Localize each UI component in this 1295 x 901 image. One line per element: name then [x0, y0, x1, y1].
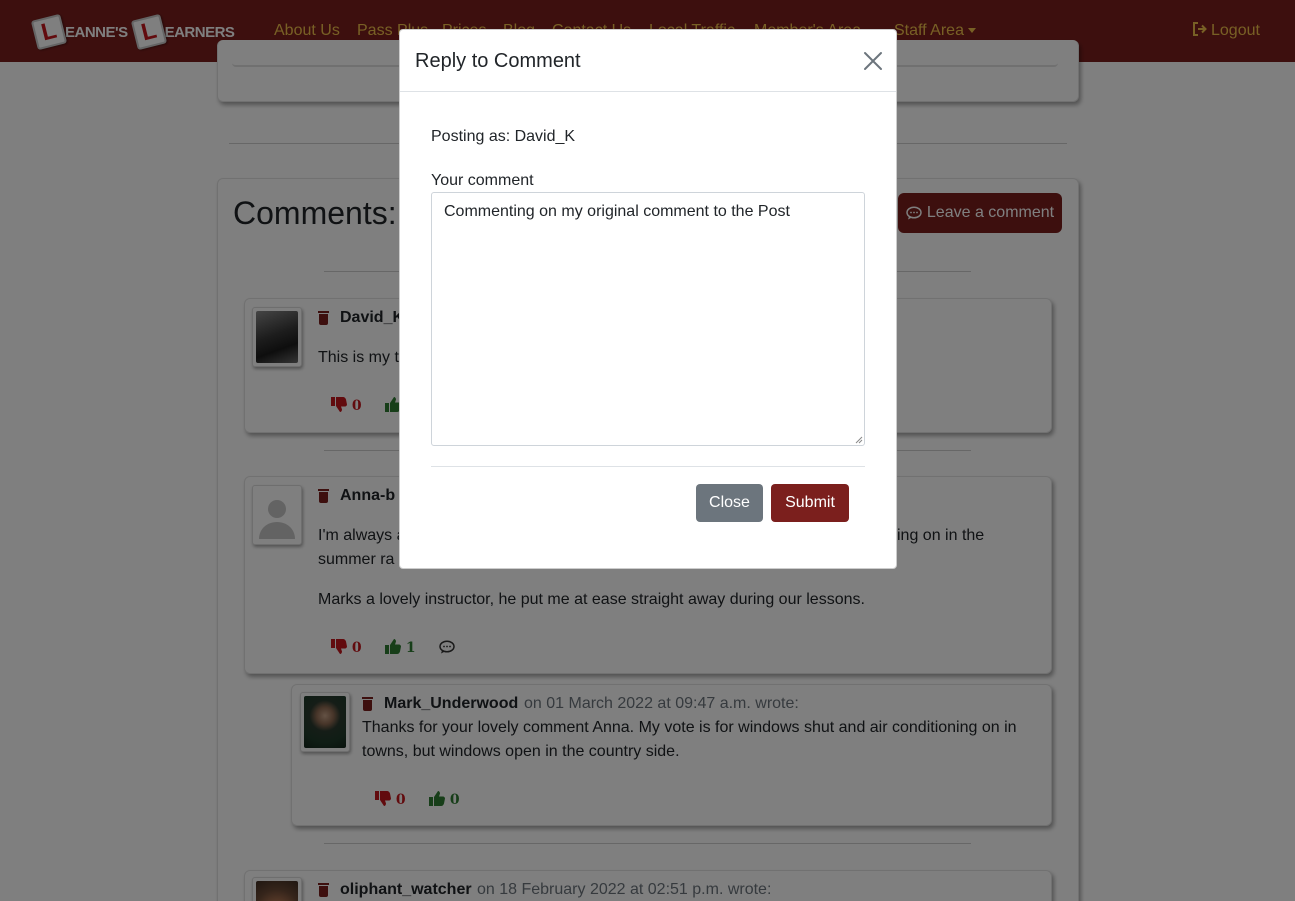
modal-footer-divider	[431, 466, 865, 467]
posting-as-text: Posting as: David_K	[431, 128, 576, 145]
reply-modal: Reply to Comment Posting as: David_K You…	[399, 29, 897, 569]
modal-title: Reply to Comment	[415, 50, 581, 72]
modal-header: Reply to Comment	[400, 30, 896, 92]
comment-textarea[interactable]: Commenting on my original comment to the…	[431, 192, 865, 446]
resize-grip-icon[interactable]	[855, 436, 863, 444]
close-icon[interactable]	[863, 51, 883, 71]
submit-button[interactable]: Submit	[771, 484, 849, 522]
close-button[interactable]: Close	[696, 484, 763, 522]
comment-field-label: Your comment	[431, 172, 534, 189]
